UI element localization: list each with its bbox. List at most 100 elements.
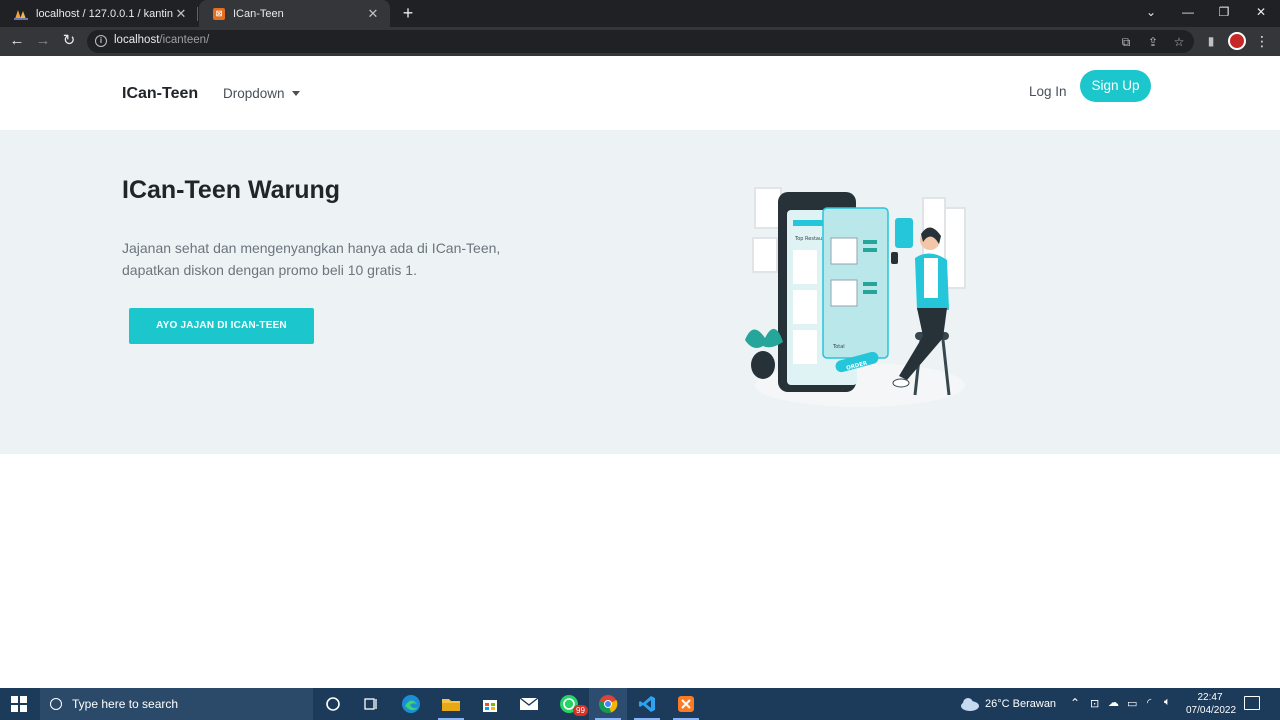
plant-pot [751,351,775,379]
login-link[interactable]: Log In [1029,84,1067,99]
address-bar[interactable]: i localhost/icanteen/ ⧉ ⇪ ☆ [87,30,1194,53]
person-shirt [924,258,938,298]
meet-now-icon[interactable]: ⊡ [1090,697,1099,710]
url-host: localhost [114,34,160,46]
weather-cloud-icon [961,698,979,711]
store-button[interactable] [471,688,509,720]
food-item-box [830,237,858,265]
xampp-button[interactable] [667,688,705,720]
task-view-icon [364,698,377,710]
mail-button[interactable] [510,688,548,720]
url-path: /icanteen/ [159,34,210,46]
browser-tab-bar: localhost / 127.0.0.1 / kantin / ad ✕ ⊠ … [0,0,1280,27]
hero-description: Jajanan sehat dan mengenyangkan hanya ad… [122,240,501,278]
screen-card [793,330,817,364]
back-button[interactable]: ← [7,31,27,51]
picture-frame [752,237,778,273]
forward-button[interactable]: → [33,31,53,51]
dropdown-label: Dropdown [223,86,285,101]
caret-down-icon [291,91,300,96]
clock-time: 22:47 [1197,692,1223,703]
volume-icon[interactable]: 🔈︎ [1164,696,1171,709]
profile-avatar[interactable] [1228,32,1246,50]
hero-section: ICan-Teen Warung Jajanan sehat dan menge… [0,130,1280,454]
person-shoe [892,378,910,388]
wifi-icon[interactable]: ◜ [1147,696,1151,709]
xampp-icon [678,696,694,712]
side-panel-icon[interactable]: ▮ [1202,32,1220,50]
qty-marker [863,282,877,286]
whatsapp-badge: 99 [573,705,588,716]
screen-card [793,290,817,324]
hero-title: ICan-Teen Warung [122,176,341,204]
cta-button[interactable]: AYO JAJAN DI ICAN-TEEN [129,308,314,344]
phpmyadmin-favicon-icon [14,8,28,20]
plant-leaves [745,328,783,348]
clock-date: 07/04/2022 [1186,705,1237,716]
qty-marker [863,248,877,252]
close-tab-icon[interactable]: ✕ [174,6,188,22]
close-tab-icon[interactable]: ✕ [366,6,380,22]
folder-icon [442,699,460,711]
site-navbar: ICan-Teen Dropdown Log In Sign Up [0,57,1280,130]
navbar-brand[interactable]: ICan-Teen [122,85,198,103]
browser-menu-icon[interactable]: ⋮ [1254,31,1270,51]
show-hidden-icons-icon[interactable]: ⌃ [1070,696,1080,710]
new-tab-button[interactable]: + [398,3,418,23]
cortana-circle-icon [326,697,340,711]
restore-button[interactable]: ❐ [1206,0,1242,27]
tab-icanteen[interactable]: ⊠ ICan-Teen ✕ [199,0,390,27]
bookmark-star-icon[interactable]: ☆ [1170,33,1188,51]
signup-button[interactable]: Sign Up [1080,70,1151,102]
edge-app-button[interactable] [392,688,430,720]
vscode-icon [639,696,655,712]
taskbar-search-placeholder: Type here to search [72,697,179,711]
whatsapp-button[interactable]: 99 [550,688,588,720]
windows-taskbar: Type here to search 99 26°C Berawan ⌃ ⊡ … [0,688,1280,720]
illus-total-label: Total [832,344,845,350]
taskbar-clock[interactable]: 22:47 07/04/2022 [1186,691,1237,717]
close-window-button[interactable]: ✕ [1243,0,1279,27]
site-info-icon[interactable]: i [95,35,107,47]
tab-title: localhost / 127.0.0.1 / kantin / ad [36,7,174,20]
task-view-button[interactable] [352,688,390,720]
battery-icon[interactable]: ▭ [1127,697,1137,710]
weather-text[interactable]: 26°C Berawan [985,698,1056,710]
chrome-button[interactable] [589,688,627,720]
notifications-icon[interactable] [1244,696,1260,710]
web-page: ICan-Teen Dropdown Log In Sign Up ICan-T… [0,57,1280,688]
start-button[interactable] [0,688,38,720]
screen-header-bar [793,220,825,226]
qty-marker [863,240,877,244]
nav-dropdown[interactable]: Dropdown [223,86,300,101]
cutlery-sign-icon [895,218,913,248]
screen-card [793,250,817,284]
file-explorer-button[interactable] [432,688,470,720]
share-icon[interactable]: ⇪ [1144,33,1162,51]
xampp-favicon-icon: ⊠ [213,7,225,20]
hero-illustration: Top Restaurant Total ORDER [745,187,966,407]
search-icon [50,698,62,710]
picture-frame [754,187,782,229]
person-phone [891,252,898,264]
tab-search-icon[interactable]: ⌄ [1133,0,1169,27]
vscode-button[interactable] [628,688,666,720]
reload-button[interactable]: ↻ [59,31,79,51]
browser-toolbar: ← → ↻ i localhost/icanteen/ ⧉ ⇪ ☆ ▮ ⋮ [0,27,1280,56]
translate-icon[interactable]: ⧉ [1117,33,1135,51]
qty-marker [863,290,877,294]
address-url[interactable]: localhost/icanteen/ [114,34,209,46]
onedrive-cloud-icon[interactable]: ☁ [1108,696,1119,709]
window-frame [944,207,966,289]
mail-icon [519,697,539,710]
cortana-button[interactable] [314,688,352,720]
windows-logo-icon [11,696,27,712]
store-bag-icon [483,700,497,712]
edge-icon [402,695,420,713]
tab-title: ICan-Teen [233,7,284,20]
tab-separator [197,7,198,21]
chrome-icon [598,695,618,714]
minimize-button[interactable]: — [1170,0,1206,27]
taskbar-search-box[interactable]: Type here to search [40,688,313,720]
tab-phpmyadmin[interactable]: localhost / 127.0.0.1 / kantin / ad ✕ [0,0,198,27]
